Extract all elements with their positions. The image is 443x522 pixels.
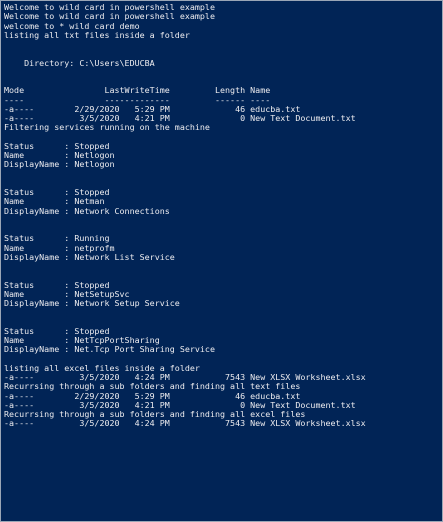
- console-line: DisplayName : Network List Service: [4, 251, 175, 262]
- console-line: DisplayName : Netlogon: [4, 159, 115, 170]
- console-output: Welcome to wild card in powershell examp…: [4, 2, 366, 429]
- console-line: DisplayName : Network Setup Service: [4, 298, 180, 308]
- console-line: Directory: C:\Users\EDUCBA: [4, 57, 155, 68]
- console-line: listing all txt files inside a folder: [4, 29, 190, 40]
- console-line: DisplayName : Network Connections: [4, 205, 170, 216]
- console-line: DisplayName : Net.Tcp Port Sharing Servi…: [4, 344, 215, 355]
- console-line: Filtering services running on the machin…: [4, 122, 210, 133]
- powershell-console-window[interactable]: Welcome to wild card in powershell examp…: [0, 0, 443, 522]
- console-line: -a---- 3/5/2020 4:24 PM 7543 New XLSX Wo…: [4, 418, 366, 429]
